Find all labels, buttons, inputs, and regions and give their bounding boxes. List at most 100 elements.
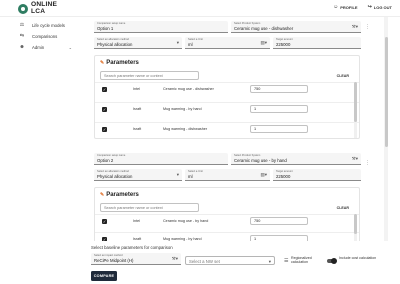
regionalized-label[interactable]: Regionalized calculation xyxy=(291,256,325,264)
baseline-title: Select baseline parameters for compariso… xyxy=(91,245,173,250)
more-icon[interactable]: ⋮ xyxy=(365,160,370,166)
param-value-input[interactable]: 1 xyxy=(250,124,308,134)
person-icon: ☺ xyxy=(333,4,339,10)
comparison-name-field[interactable]: Comparison setup name Option 2 xyxy=(94,153,228,165)
param-type: Israft xyxy=(133,236,142,241)
checkbox[interactable]: ✓ xyxy=(102,106,107,112)
brand-line2: LCA xyxy=(31,7,46,15)
param-name: Mug warming - by hand xyxy=(163,236,202,241)
checkbox[interactable]: ✓ xyxy=(102,218,107,224)
header-actions: ☺ PROFILE ↪ LOG OUT xyxy=(333,4,392,11)
logout-link[interactable]: ↪ LOG OUT xyxy=(367,4,392,11)
scale-icon: ⚖ xyxy=(19,22,25,28)
logo[interactable]: ONLINE LCA xyxy=(18,1,57,15)
param-value-input[interactable]: 750 xyxy=(250,216,308,226)
table-row: ✓ Israft Mug warming - by hand 1 xyxy=(95,102,359,115)
parameters-card: ✎ Parameters Search parameter name or co… xyxy=(94,55,360,139)
include-cost-toggle[interactable] xyxy=(327,258,337,264)
field-value: Option 2 xyxy=(97,157,114,163)
parameters-card: ✎ Parameters Search parameter name or co… xyxy=(94,187,360,241)
logout-icon: ↪ xyxy=(367,4,372,10)
chevron-down-icon: ▾ xyxy=(176,40,179,45)
checkbox[interactable]: ✓ xyxy=(102,126,107,132)
allocation-method-select[interactable]: Select an allocation method Physical all… xyxy=(94,169,182,181)
parameters-title-text: Parameters xyxy=(106,60,139,66)
param-name: Mug warming - by hand xyxy=(163,106,202,111)
sidebar-item-comparisons[interactable]: ⇆ Comparisons xyxy=(18,33,57,39)
scrollbar-thumb[interactable] xyxy=(384,37,388,147)
impact-method-select[interactable]: Select an impact method ReCiPe Midpoint … xyxy=(91,253,181,265)
allocation-method-select[interactable]: Select an allocation method Physical all… xyxy=(94,37,182,49)
unit-select[interactable]: Select a Unit ml ▧▾ xyxy=(185,37,270,49)
param-name: Ceramic mug use - by hand xyxy=(163,218,209,223)
param-value-input[interactable]: 750 xyxy=(250,84,308,94)
sidebar-item-label: Life cycle models xyxy=(32,22,65,28)
sidebar-item-life-cycle-models[interactable]: ⚖ Life cycle models xyxy=(18,22,65,28)
product-system-select[interactable]: Select Product System Ceramic mug use - … xyxy=(231,21,361,33)
nw-set-placeholder: Select a NW set xyxy=(189,259,220,265)
field-value: ml xyxy=(188,173,193,179)
table-row: ✓ Israft Mug warming - dishwasher 1 xyxy=(95,122,359,135)
field-value: Ceramic mug use - by hand xyxy=(234,157,287,163)
product-system-select[interactable]: Select Product System Ceramic mug use - … xyxy=(231,153,361,165)
unit-icon: ▧▾ xyxy=(260,40,267,45)
compare-icon: ⇆ xyxy=(19,33,25,39)
scrollbar-thumb[interactable] xyxy=(354,82,357,122)
pencil-icon: ✎ xyxy=(100,60,105,66)
table-row: ✓ Intel Ceramic mug use - dishwasher 750 xyxy=(95,82,359,95)
page-scrollbar[interactable] xyxy=(384,17,388,241)
parameter-search-input[interactable]: Search parameter name or context xyxy=(100,71,199,80)
field-value: Physical allocation xyxy=(97,41,133,47)
field-value: ml xyxy=(188,41,193,47)
include-cost-label: Include cost calculation xyxy=(339,256,377,260)
table-row: ✓ Intel Ceramic mug use - by hand 750 xyxy=(95,214,359,227)
tree-icon: ⚒▾ xyxy=(351,156,358,161)
field-value: ReCiPe Midpoint (H) xyxy=(94,257,134,263)
nw-set-select[interactable]: Select a NW set ▾ xyxy=(185,256,275,265)
comparison-name-field[interactable]: Comparison setup name Option 1 xyxy=(94,21,228,33)
pencil-icon: ✎ xyxy=(100,192,105,198)
checkbox[interactable]: ✓ xyxy=(102,86,107,92)
parameters-scrollbar[interactable] xyxy=(354,82,357,138)
field-value: Option 1 xyxy=(97,25,114,31)
app-header: ONLINE LCA ☺ PROFILE ↪ LOG OUT xyxy=(0,0,400,17)
search-placeholder: Search parameter name or context xyxy=(104,206,163,210)
chevron-down-icon: ⌄ xyxy=(68,44,72,50)
clear-button[interactable]: CLEAR xyxy=(337,74,349,78)
parameter-search-input[interactable]: Search parameter name or context xyxy=(100,203,199,212)
sidebar-item-label: Comparisons xyxy=(32,33,58,39)
regionalized-icon: ☰ xyxy=(284,258,289,264)
sidebar-item-admin[interactable]: ☻ Admin ⌄ xyxy=(18,44,76,50)
more-icon[interactable]: ⋮ xyxy=(365,24,370,30)
parameters-title-text: Parameters xyxy=(106,192,139,198)
compare-button[interactable]: COMPARE xyxy=(91,271,117,281)
parameters-scrollbar[interactable] xyxy=(354,214,357,241)
search-placeholder: Search parameter name or context xyxy=(104,74,163,78)
unit-icon: ▧▾ xyxy=(260,172,267,177)
clear-button[interactable]: CLEAR xyxy=(337,206,349,210)
param-type: Israft xyxy=(133,106,142,111)
parameters-title: ✎ Parameters xyxy=(100,192,139,198)
scrollbar-thumb[interactable] xyxy=(354,214,357,234)
unit-select[interactable]: Select a Unit ml ▧▾ xyxy=(185,169,270,181)
param-type: Intel xyxy=(133,218,140,223)
param-value-input[interactable]: 1 xyxy=(250,234,308,241)
sidebar-item-label: Admin xyxy=(32,44,45,50)
person-icon: ☻ xyxy=(19,44,25,50)
toggle-knob xyxy=(331,258,337,264)
parameters-title: ✎ Parameters xyxy=(100,60,139,66)
logo-mark-icon xyxy=(18,3,28,14)
logo-text: ONLINE LCA xyxy=(31,1,57,15)
param-value-input[interactable]: 1 xyxy=(250,104,308,114)
target-amount-field[interactable]: Target amount 225000 xyxy=(273,37,361,49)
chevron-down-icon: ▾ xyxy=(268,258,271,264)
sidebar: ⚖ Life cycle models ⇆ Comparisons ☻ Admi… xyxy=(0,17,78,284)
profile-label: PROFILE xyxy=(340,5,358,10)
field-value: Physical allocation xyxy=(97,173,133,179)
tree-icon: ⚒▾ xyxy=(351,24,358,29)
profile-link[interactable]: ☺ PROFILE xyxy=(333,4,358,11)
target-amount-field[interactable]: Target amount 225000 xyxy=(273,169,361,181)
param-name: Ceramic mug use - dishwasher xyxy=(163,86,214,91)
checkbox[interactable]: ✓ xyxy=(102,236,107,241)
table-row: ✓ Israft Mug warming - by hand 1 xyxy=(95,232,359,241)
